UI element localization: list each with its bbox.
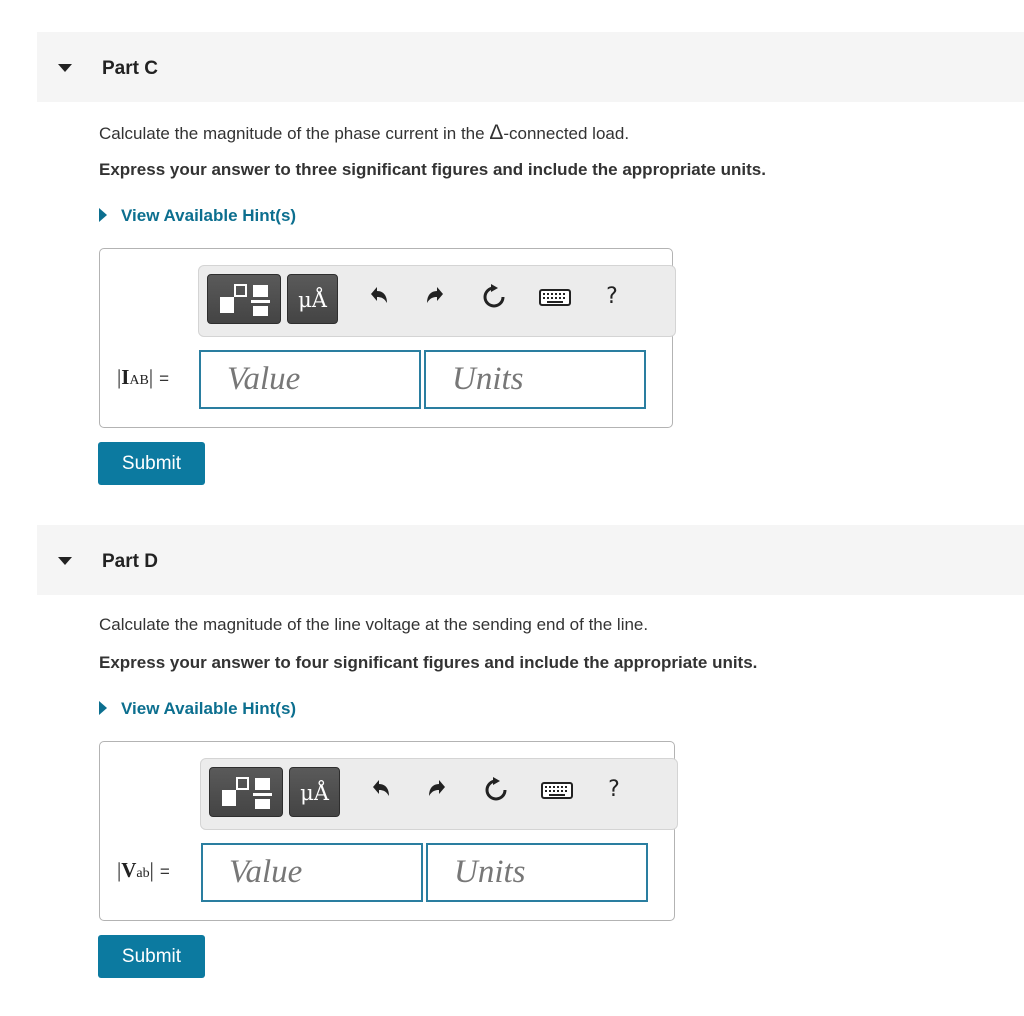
hint-label: View Available Hint(s) [121,699,297,718]
value-input[interactable]: Value [201,843,423,902]
help-icon[interactable]: ? [597,282,627,312]
part-d-variable-label: |Vab| = [117,858,170,882]
part-c-answer-box: μÅ ? |IAB| = Value Units [99,248,676,428]
part-c-title: Part C [102,58,158,79]
part-c-hint-link[interactable]: View Available Hint(s) [99,206,296,226]
units-button[interactable]: μÅ [289,767,340,817]
delta-symbol: Δ [489,121,504,144]
undo-icon[interactable] [363,282,393,312]
collapse-caret-icon[interactable] [58,64,72,72]
value-input[interactable]: Value [199,350,421,409]
templates-button[interactable] [209,767,283,817]
collapse-caret-icon[interactable] [58,557,72,565]
templates-icon [222,777,272,809]
templates-icon [220,284,270,316]
units-input[interactable]: Units [424,350,646,409]
part-d-title: Part D [102,551,158,572]
part-c-submit-button[interactable]: Submit [98,442,205,485]
templates-button[interactable] [207,274,281,324]
part-d-question: Calculate the magnitude of the line volt… [99,615,649,634]
part-c-variable-label: |IAB| = [117,365,170,389]
part-d-header[interactable] [37,525,1024,595]
part-d-answer-box: μÅ ? |Vab| = Value Units [99,741,678,921]
math-toolbar: μÅ ? [198,265,676,337]
units-input[interactable]: Units [426,843,648,902]
keyboard-icon[interactable] [539,775,575,805]
undo-icon[interactable] [365,775,395,805]
part-d-hint-link[interactable]: View Available Hint(s) [99,699,296,719]
part-c-question: Calculate the magnitude of the phase cur… [99,121,630,144]
hint-caret-icon [99,700,107,715]
redo-icon[interactable] [421,282,451,312]
reset-icon[interactable] [479,282,509,312]
hint-label: View Available Hint(s) [121,206,297,225]
help-icon[interactable]: ? [599,775,629,805]
reset-icon[interactable] [481,775,511,805]
units-button[interactable]: μÅ [287,274,338,324]
part-c-instruction: Express your answer to three significant… [99,160,766,179]
redo-icon[interactable] [423,775,453,805]
math-toolbar: μÅ ? [200,758,678,830]
hint-caret-icon [99,207,107,222]
part-c-header[interactable] [37,32,1024,102]
part-d-instruction: Express your answer to four significant … [99,653,758,672]
keyboard-icon[interactable] [537,282,573,312]
part-d-submit-button[interactable]: Submit [98,935,205,978]
